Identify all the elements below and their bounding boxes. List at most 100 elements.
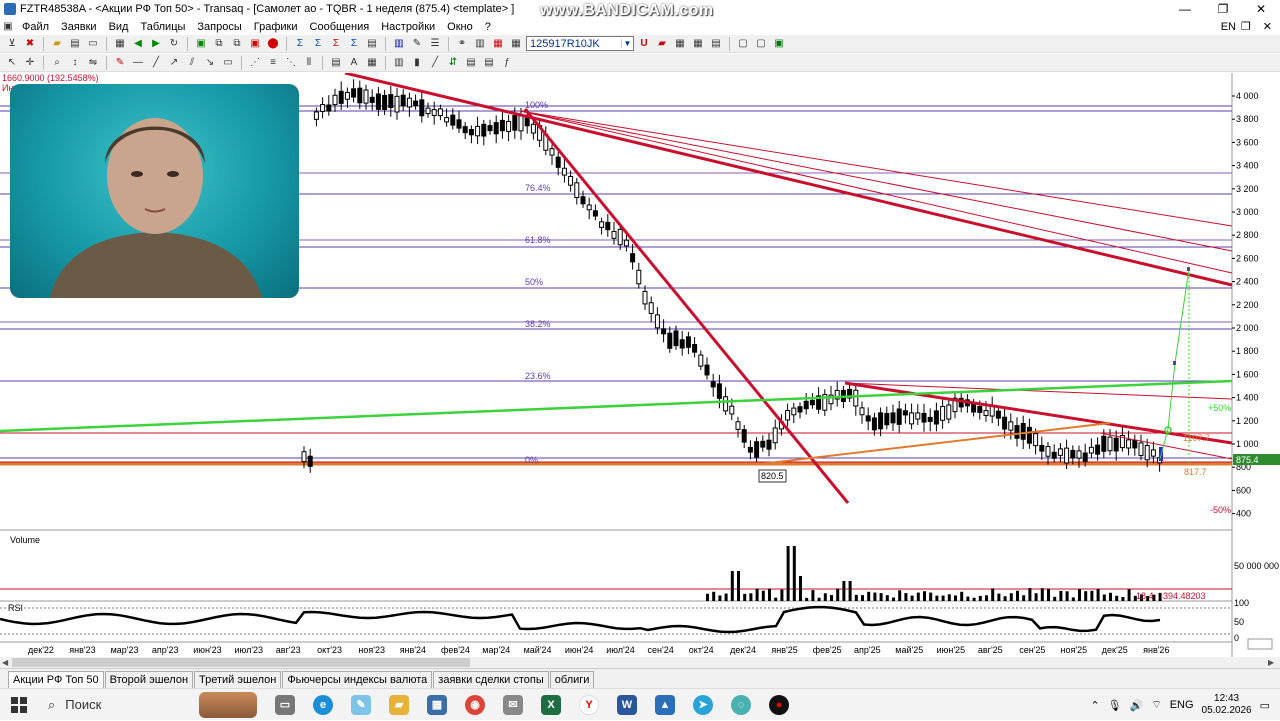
report-icon[interactable]: ▤ xyxy=(708,37,724,51)
bars-icon[interactable]: ▥ xyxy=(472,37,488,51)
paste-icon[interactable]: ⧉ xyxy=(229,37,245,51)
taskview-icon[interactable]: ▭ xyxy=(266,689,304,721)
volume-icon[interactable]: 🔊 xyxy=(1130,699,1144,712)
tab-third-tier[interactable]: Третий эшелон xyxy=(194,671,282,688)
briefcase-icon[interactable]: ▣ xyxy=(771,37,787,51)
input-language[interactable]: ENG xyxy=(1170,699,1194,711)
mdi-restore-button[interactable]: ❐ xyxy=(1241,20,1251,33)
scrollbar-thumb[interactable] xyxy=(12,658,470,667)
rectangle-icon[interactable]: ▭ xyxy=(220,56,236,70)
hline-icon[interactable]: ↕ xyxy=(67,56,83,70)
measure-icon[interactable]: ⇋ xyxy=(85,56,101,70)
maximize-button[interactable]: ❐ xyxy=(1204,2,1242,16)
bars-type-icon[interactable]: ▥ xyxy=(391,56,407,70)
pencil-icon[interactable]: ✎ xyxy=(112,56,128,70)
photos-icon[interactable]: ▲ xyxy=(646,689,684,721)
tab-second-tier[interactable]: Второй эшелон xyxy=(104,671,194,688)
arrow-icon[interactable]: ↘ xyxy=(202,56,218,70)
mail-icon[interactable]: ✉ xyxy=(494,689,532,721)
back-icon[interactable]: ◀ xyxy=(130,37,146,51)
portfolio-icon[interactable]: ▰ xyxy=(654,37,670,51)
account-select[interactable]: 125917R10JK ▼ xyxy=(526,36,634,51)
sell-icon[interactable]: ▣ xyxy=(247,37,263,51)
fib-fan-icon[interactable]: ⋱ xyxy=(283,56,299,70)
u-icon[interactable]: U xyxy=(636,37,652,51)
ord-icon[interactable]: ▤ xyxy=(463,56,479,70)
network-icon[interactable]: ⌔ xyxy=(1151,698,1161,712)
bandicam-icon[interactable]: ● xyxy=(760,689,798,721)
fx-icon[interactable]: ƒ xyxy=(499,56,515,70)
positions-icon[interactable]: ▦ xyxy=(672,37,688,51)
grid-icon[interactable]: ▦ xyxy=(490,37,506,51)
microphone-icon[interactable]: 🎙 xyxy=(1108,699,1122,712)
sum-f-icon[interactable]: Σ xyxy=(310,37,326,51)
mdi-close-button[interactable]: ✕ xyxy=(1263,20,1272,33)
fib-icon[interactable]: ≡ xyxy=(265,56,281,70)
menu-window[interactable]: Окно xyxy=(441,21,479,33)
refresh-icon[interactable]: ↻ xyxy=(166,37,182,51)
properties-icon[interactable]: ▦ xyxy=(364,56,380,70)
filter-icon[interactable]: ⊻ xyxy=(4,37,20,51)
cycles-icon[interactable]: ⦀ xyxy=(301,56,317,70)
horizontal-line-icon[interactable]: — xyxy=(130,56,146,70)
template-icon[interactable]: ▤ xyxy=(328,56,344,70)
pos-icon[interactable]: ▤ xyxy=(481,56,497,70)
transaq-icon[interactable]: ◌ xyxy=(722,689,760,721)
indicators-icon[interactable]: ⇵ xyxy=(445,56,461,70)
copy-icon[interactable]: ⧉ xyxy=(211,37,227,51)
menu-messages[interactable]: Сообщения xyxy=(304,21,376,33)
telegram-icon[interactable]: ➤ xyxy=(684,689,722,721)
crosshair-icon[interactable]: ✛ xyxy=(22,56,38,70)
yandex-icon[interactable]: Y xyxy=(570,689,608,721)
tab-top50[interactable]: Акции РФ Топ 50 xyxy=(8,671,104,688)
tab-bonds[interactable]: облиги xyxy=(549,671,595,688)
menu-help[interactable]: ? xyxy=(479,21,497,33)
window2-icon[interactable]: ▢ xyxy=(753,37,769,51)
trendline-icon[interactable]: ╱ xyxy=(148,56,164,70)
tab-orders[interactable]: заявки сделки стопы xyxy=(433,671,549,688)
buy-icon[interactable]: ▣ xyxy=(193,37,209,51)
line-type-icon[interactable]: ╱ xyxy=(427,56,443,70)
menu-tables[interactable]: Таблицы xyxy=(134,21,191,33)
tray-expand-icon[interactable]: ⌃ xyxy=(1090,699,1099,712)
idx-icon[interactable]: ▥ xyxy=(391,37,407,51)
sum-p-icon[interactable]: Σ xyxy=(328,37,344,51)
edge-icon[interactable]: e xyxy=(304,689,342,721)
notifications-icon[interactable]: ▭ xyxy=(1260,699,1270,712)
menu-requests[interactable]: Запросы xyxy=(191,21,247,33)
news-icon[interactable]: ✎ xyxy=(409,37,425,51)
window-icon[interactable]: ▢ xyxy=(735,37,751,51)
chart-icon[interactable]: ▤ xyxy=(364,37,380,51)
explorer-icon[interactable]: ▰ xyxy=(380,689,418,721)
tab-futures[interactable]: Фьючерсы индексы валюта xyxy=(282,671,433,688)
stop-icon[interactable]: ⬤ xyxy=(265,37,281,51)
table-icon[interactable]: ▦ xyxy=(112,37,128,51)
trades-icon[interactable]: ▦ xyxy=(690,37,706,51)
open-icon[interactable]: ▰ xyxy=(49,37,65,51)
channel-icon[interactable]: ⫽ xyxy=(184,56,200,70)
menu-settings[interactable]: Настройки xyxy=(375,21,441,33)
chrome-icon[interactable]: ◉ xyxy=(456,689,494,721)
sum-s-icon[interactable]: Σ xyxy=(346,37,362,51)
save-icon[interactable]: ▤ xyxy=(67,37,83,51)
calc-icon[interactable]: ▦ xyxy=(508,37,524,51)
calculator-icon[interactable]: ▦ xyxy=(418,689,456,721)
fan-icon[interactable]: ⋰ xyxy=(247,56,263,70)
menu-view[interactable]: Вид xyxy=(103,21,135,33)
scroll-left-icon[interactable]: ◀ xyxy=(2,658,9,667)
delete-icon[interactable]: ✖ xyxy=(22,37,38,51)
ray-icon[interactable]: ↗ xyxy=(166,56,182,70)
text-icon[interactable]: A xyxy=(346,56,362,70)
candles-icon[interactable]: ▮ xyxy=(409,56,425,70)
word-icon[interactable]: W xyxy=(608,689,646,721)
start-button[interactable] xyxy=(0,689,38,721)
forward-icon[interactable]: ▶ xyxy=(148,37,164,51)
print-icon[interactable]: ▭ xyxy=(85,37,101,51)
zoom-icon[interactable]: ⌕ xyxy=(49,56,65,70)
app-menu-icon[interactable]: ▣ xyxy=(0,20,16,34)
menu-orders[interactable]: Заявки xyxy=(55,21,103,33)
close-button[interactable]: ✕ xyxy=(1242,2,1280,16)
cursor-icon[interactable]: ↖ xyxy=(4,56,20,70)
list-icon[interactable]: ☰ xyxy=(427,37,443,51)
excel-icon[interactable]: X xyxy=(532,689,570,721)
